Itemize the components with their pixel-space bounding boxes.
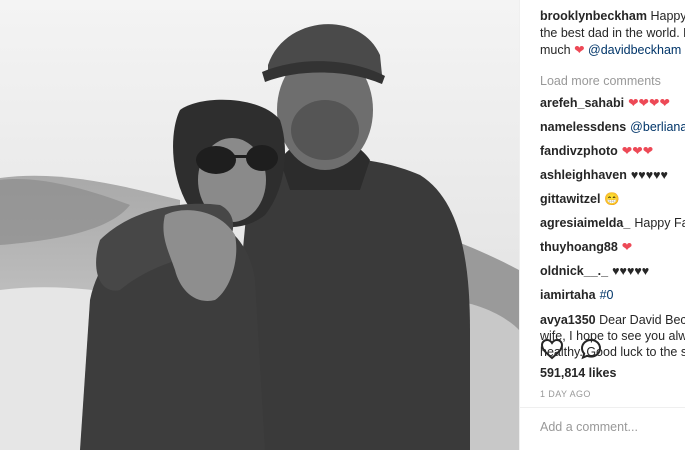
comments-list: arefeh_sahabi❤❤❤❤namelessdens@berlianapt… <box>540 96 685 312</box>
caption-text-line1: Happy F <box>650 9 685 23</box>
caption-text-line2: the best dad in the world. L <box>540 26 685 40</box>
post-photo <box>0 0 519 450</box>
load-more-comments-link[interactable]: Load more comments <box>540 74 661 88</box>
comment-text[interactable]: #0 <box>600 288 614 302</box>
add-comment-input[interactable] <box>540 420 680 434</box>
comment-username[interactable]: oldnick__._ <box>540 264 608 278</box>
post-side-panel: brooklynbeckham Happy F the best dad in … <box>519 0 685 450</box>
comment-username[interactable]: agresiaimelda_ <box>540 216 630 230</box>
comment-row: namelessdens @berlianapt <box>540 120 685 144</box>
comment-username[interactable]: gittawitzel <box>540 192 600 206</box>
comment-text: Dear David Beckham <box>599 313 685 327</box>
caption-mention[interactable]: @davidbeckham <box>588 43 681 57</box>
comment-username[interactable]: thuyhoang88 <box>540 240 618 254</box>
comment-username[interactable]: ashleighhaven <box>540 168 627 182</box>
comment-row: thuyhoang88 ❤ <box>540 240 685 264</box>
comment-row: ashleighhaven ♥♥♥♥♥ <box>540 168 685 192</box>
comment-text: ❤ <box>621 240 633 254</box>
heart-outline-icon[interactable] <box>540 338 564 365</box>
comment-row: gittawitzel 😁 <box>540 192 685 216</box>
caption-username[interactable]: brooklynbeckham <box>540 9 647 23</box>
likes-count[interactable]: 591,814 likes <box>540 366 616 380</box>
comment-username[interactable]: fandivzphoto <box>540 144 618 158</box>
comment-bubble-icon[interactable] <box>580 338 602 365</box>
post-timestamp[interactable]: 1 DAY AGO <box>540 389 591 399</box>
comment-row: agresiaimelda_ Happy Fath <box>540 216 685 240</box>
comment-text: ❤❤❤❤ <box>628 96 670 110</box>
post-caption: brooklynbeckham Happy F the best dad in … <box>540 8 685 59</box>
comment-row: fandivzphoto ❤❤❤ <box>540 144 685 168</box>
post-actions <box>540 338 614 360</box>
comment-text[interactable]: @berlianapt <box>630 120 685 134</box>
comment-text: ♥♥♥♥♥ <box>612 264 650 278</box>
comment-text: ❤❤❤ <box>621 144 654 158</box>
comment-text: 😁 <box>604 192 620 206</box>
caption-text-line3: much <box>540 43 571 57</box>
comment-username[interactable]: iamirtaha <box>540 288 596 302</box>
comment-row: oldnick__._ ♥♥♥♥♥ <box>540 264 685 288</box>
comment-text: ♥♥♥♥♥ <box>630 168 668 182</box>
caption-heart-icon: ❤ <box>574 43 585 57</box>
divider <box>520 407 685 408</box>
comment-username[interactable]: namelessdens <box>540 120 626 134</box>
comment-username[interactable]: arefeh_sahabi <box>540 96 624 110</box>
comment-text: Happy Fath <box>634 216 685 230</box>
comment-row: iamirtaha #0 <box>540 288 685 312</box>
comment-username[interactable]: avya1350 <box>540 313 596 327</box>
comment-row: arefeh_sahabi ❤❤❤❤ <box>540 96 685 120</box>
